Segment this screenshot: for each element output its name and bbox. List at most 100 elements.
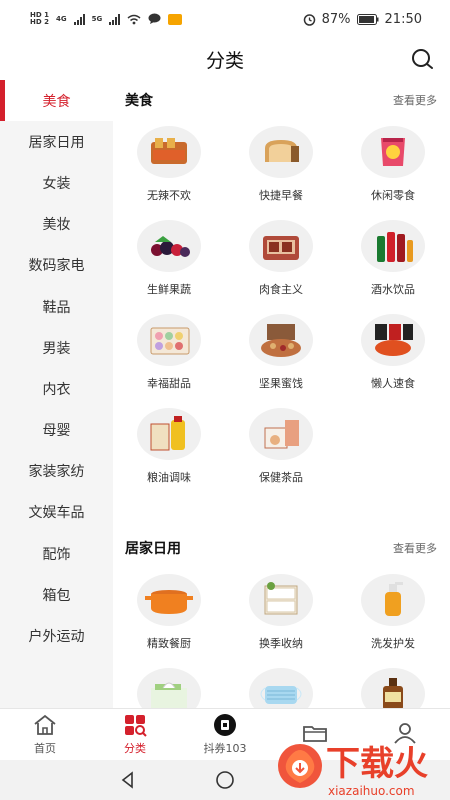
category-tile[interactable]: 生活纸巾 bbox=[113, 662, 225, 708]
status-bar: HD 1 HD 2 4G 5G 87% 21:50 bbox=[0, 0, 450, 38]
section-header: 居家日用 查看更多 bbox=[113, 528, 450, 568]
category-content: 美食 查看更多 无辣不欢 快捷早餐 休闲零食 生鲜果蔬 肉食主义 酒水饮品 幸福甜品 坚果蜜饯 懒人… bbox=[113, 80, 450, 708]
sidebar-item-3[interactable]: 美妆 bbox=[0, 204, 113, 245]
category-tile[interactable]: 保健茶品 bbox=[225, 402, 337, 496]
category-tile[interactable]: 粮油调味 bbox=[113, 402, 225, 496]
sidebar-item-12[interactable]: 箱包 bbox=[0, 574, 113, 615]
category-tile[interactable]: 酒水饮品 bbox=[337, 214, 449, 308]
sidebar-item-13[interactable]: 户外运动 bbox=[0, 615, 113, 656]
chips-bag-icon bbox=[361, 126, 425, 178]
tab-category[interactable]: 分类 bbox=[90, 709, 180, 760]
category-tile-label: 休闲零食 bbox=[371, 189, 415, 202]
category-tile[interactable]: 休闲零食 bbox=[337, 120, 449, 214]
category-grid: 无辣不欢 快捷早餐 休闲零食生鲜果蔬 肉食主义 酒水饮品幸福甜品 坚果蜜饯 懒人速食粮油调味… bbox=[113, 120, 450, 496]
sim2-label: HD 2 bbox=[30, 18, 49, 26]
watermark-text: 下载火 bbox=[326, 744, 428, 784]
category-tile[interactable]: 生鲜果蔬 bbox=[113, 214, 225, 308]
tab-category-label: 分类 bbox=[124, 742, 146, 755]
category-tile[interactable]: 家庭清洁 bbox=[337, 662, 449, 708]
category-tile-label: 粮油调味 bbox=[147, 471, 191, 484]
category-tile[interactable]: 肉食主义 bbox=[225, 214, 337, 308]
meat-snack-icon bbox=[137, 126, 201, 178]
page-title: 分类 bbox=[205, 49, 244, 72]
shampoo-icon bbox=[361, 574, 425, 626]
storage-drawer-icon bbox=[249, 574, 313, 626]
pot-icon bbox=[137, 574, 201, 626]
sidebar-item-4[interactable]: 数码家电 bbox=[0, 245, 113, 286]
category-tile[interactable]: 精致餐厨 bbox=[113, 568, 225, 662]
category-tile-label: 换季收纳 bbox=[259, 637, 303, 650]
sidebar-item-11[interactable]: 配饰 bbox=[0, 533, 113, 574]
beef-icon bbox=[249, 220, 313, 272]
net2-label: 5G bbox=[91, 15, 103, 23]
category-tile[interactable]: 洗发护发 bbox=[337, 568, 449, 662]
sidebar-item-9[interactable]: 家装家纺 bbox=[0, 451, 113, 492]
category-tile[interactable]: 换季收纳 bbox=[225, 568, 337, 662]
header: 分类 bbox=[0, 38, 450, 80]
mask-icon bbox=[249, 668, 313, 708]
back-icon[interactable] bbox=[118, 770, 138, 790]
chat-icon bbox=[148, 13, 161, 24]
tab-home-label: 首页 bbox=[34, 742, 56, 755]
tab-coupon-label: 抖券103 bbox=[203, 742, 247, 755]
category-tile[interactable]: 坚果蜜饯 bbox=[225, 308, 337, 402]
category-tile-label: 精致餐厨 bbox=[147, 637, 191, 650]
view-more-link[interactable]: 查看更多 bbox=[393, 92, 437, 108]
tab-home[interactable]: 首页 bbox=[0, 709, 90, 760]
coupon-icon bbox=[214, 714, 236, 736]
category-tile-label: 生鲜果蔬 bbox=[147, 283, 191, 296]
category-tile[interactable]: 幸福甜品 bbox=[113, 308, 225, 402]
category-tile-label: 快捷早餐 bbox=[259, 189, 303, 202]
signal2-icon bbox=[109, 13, 121, 25]
sim-badge: HD 1 HD 2 bbox=[30, 12, 49, 26]
sidebar-item-10[interactable]: 文娱车品 bbox=[0, 492, 113, 533]
category-tile-label: 保健茶品 bbox=[259, 471, 303, 484]
status-left: HD 1 HD 2 4G 5G bbox=[30, 12, 183, 26]
view-more-link[interactable]: 查看更多 bbox=[393, 540, 437, 556]
wifi-icon bbox=[127, 14, 141, 24]
sidebar-item-7[interactable]: 内衣 bbox=[0, 368, 113, 409]
watermark-subtext: xiazaihuo.com bbox=[328, 784, 415, 798]
sidebar-item-2[interactable]: 女装 bbox=[0, 162, 113, 203]
category-tile-label: 酒水饮品 bbox=[371, 283, 415, 296]
signal1-icon bbox=[73, 13, 85, 25]
message-icon bbox=[168, 13, 183, 25]
sidebar-item-0[interactable]: 美食 bbox=[0, 80, 113, 122]
sidebar-item-5[interactable]: 鞋品 bbox=[0, 286, 113, 327]
category-tile-label: 懒人速食 bbox=[371, 377, 415, 390]
category-tile-label: 幸福甜品 bbox=[147, 377, 191, 390]
category-tile-label: 肉食主义 bbox=[259, 283, 303, 296]
berries-icon bbox=[137, 220, 201, 272]
section-title: 美食 bbox=[125, 93, 153, 109]
tab-coupon[interactable]: 抖券103 bbox=[180, 709, 270, 760]
sidebar-item-8[interactable]: 母婴 bbox=[0, 410, 113, 451]
sidebar-item-6[interactable]: 男装 bbox=[0, 327, 113, 368]
bottles-icon bbox=[361, 220, 425, 272]
search-icon[interactable] bbox=[410, 47, 434, 71]
home-icon bbox=[34, 714, 56, 735]
watermark-logo: 下载火 xiazaihuo.com bbox=[278, 744, 428, 798]
category-icon bbox=[125, 715, 147, 737]
battery-percent: 87% bbox=[321, 11, 351, 27]
category-tile-label: 无辣不欢 bbox=[147, 189, 191, 202]
oil-rice-icon bbox=[137, 408, 201, 460]
tea-box-icon bbox=[249, 408, 313, 460]
home-button-icon[interactable] bbox=[214, 769, 236, 791]
category-tile-label: 洗发护发 bbox=[371, 637, 415, 650]
category-tile[interactable]: 防护用品 bbox=[225, 662, 337, 708]
category-tile[interactable]: 懒人速食 bbox=[337, 308, 449, 402]
bread-icon bbox=[249, 126, 313, 178]
category-sidebar: 美食 居家日用 女装 美妆 数码家电 鞋品 男装 内衣 母婴 家装家纺 文娱车品 配饰 箱包 户外运动 bbox=[0, 80, 113, 708]
status-right: 87% 21:50 bbox=[303, 12, 422, 27]
category-grid: 精致餐厨 换季收纳 洗发护发生活纸巾防护用品家庭清洁 bbox=[113, 568, 450, 708]
nuts-icon bbox=[249, 314, 313, 366]
category-tile[interactable]: 无辣不欢 bbox=[113, 120, 225, 214]
instant-food-icon bbox=[361, 314, 425, 366]
category-tile-label: 坚果蜜饯 bbox=[259, 377, 303, 390]
net1-label: 4G bbox=[55, 15, 67, 23]
macaron-box-icon bbox=[137, 314, 201, 366]
category-tile[interactable]: 快捷早餐 bbox=[225, 120, 337, 214]
sidebar-item-1[interactable]: 居家日用 bbox=[0, 121, 113, 162]
alarm-icon bbox=[303, 13, 315, 26]
cleaner-bottle-icon bbox=[361, 668, 425, 708]
